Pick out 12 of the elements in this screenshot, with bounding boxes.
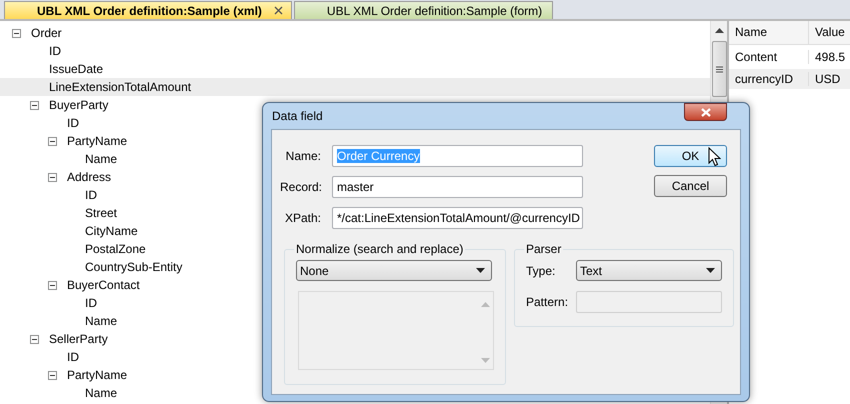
field-label: XPath: — [284, 211, 321, 225]
property-name: currencyID — [729, 72, 809, 86]
property-name: Content — [729, 50, 809, 64]
field-label: Record: — [280, 180, 321, 194]
property-value: USD — [814, 72, 840, 86]
field-label: Type: — [526, 264, 556, 278]
group-title: Parser — [525, 242, 562, 256]
property-value: 498.5 — [814, 50, 846, 64]
group-title: Normalize (search and replace) — [295, 242, 464, 256]
field-label: Pattern: — [526, 295, 570, 309]
field-label: Name: — [284, 149, 321, 163]
dialog-title: Data field — [272, 109, 323, 123]
